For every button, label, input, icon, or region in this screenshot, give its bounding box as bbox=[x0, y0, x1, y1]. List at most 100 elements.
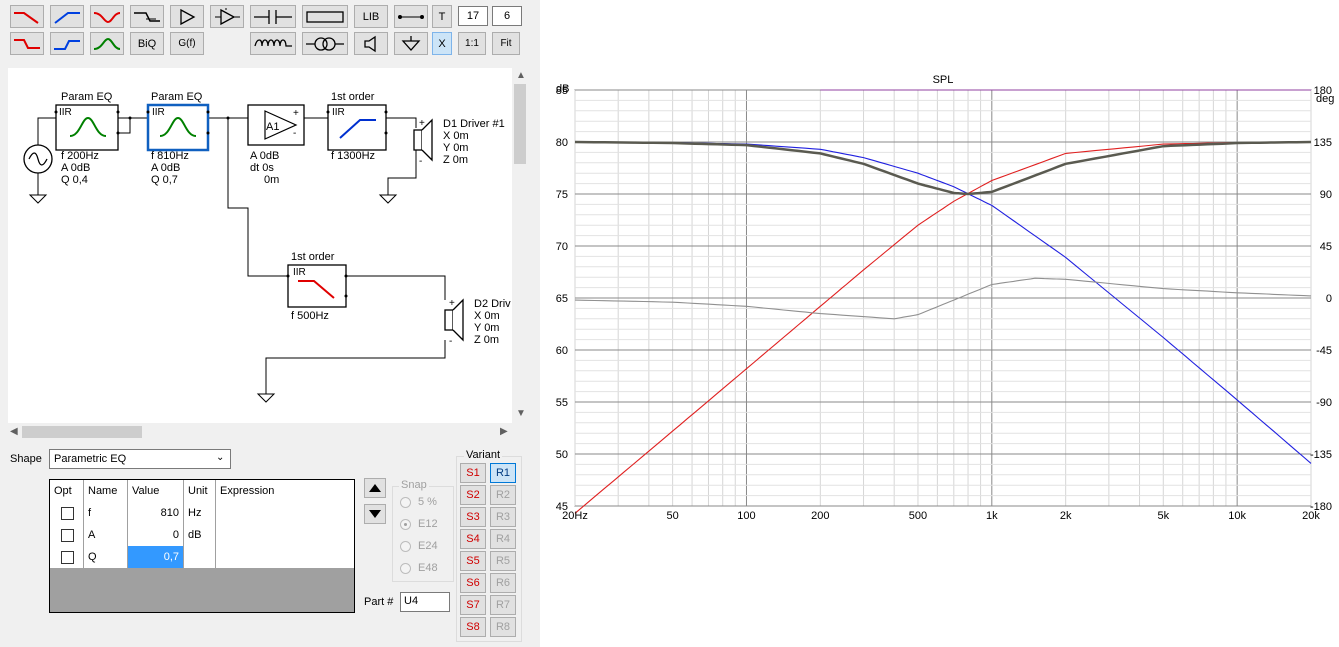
driver1-x: X 0m bbox=[443, 130, 469, 142]
variant-r2-button[interactable]: R2 bbox=[490, 485, 516, 505]
amp-delay: dt 0s bbox=[250, 162, 274, 174]
chart-title: SPL bbox=[933, 74, 954, 86]
driver2-plus: + bbox=[449, 298, 455, 309]
opt-cell bbox=[50, 546, 84, 568]
zoom-fit-button[interactable]: Fit bbox=[492, 32, 520, 55]
value-cell[interactable]: 810 bbox=[128, 502, 184, 524]
variant-s4-button[interactable]: S4 bbox=[460, 529, 486, 549]
scroll-right-icon[interactable]: ▶ bbox=[500, 426, 508, 437]
variant-s7-button[interactable]: S7 bbox=[460, 595, 486, 615]
variant-s1-button[interactable]: S1 bbox=[460, 463, 486, 483]
chevron-down-icon: ⌄ bbox=[216, 452, 225, 463]
driver2-y: Y 0m bbox=[474, 322, 500, 334]
spl-chart[interactable]: SPLdBdeg85807570656055504518013590450-45… bbox=[540, 0, 1339, 647]
scroll-left-icon[interactable]: ◀ bbox=[10, 426, 18, 437]
hp-freq: f 1300Hz bbox=[331, 150, 376, 162]
variant-s8-button[interactable]: S8 bbox=[460, 617, 486, 637]
peaking-icon bbox=[93, 37, 121, 50]
wire-button[interactable] bbox=[394, 5, 428, 28]
opt-checkbox[interactable] bbox=[61, 551, 74, 564]
left-panel: LIB T 17 6 BiQ G(f) X 1:1 Fit Param EQ I… bbox=[0, 0, 540, 647]
variant-s2-button[interactable]: S2 bbox=[460, 485, 486, 505]
value-cell[interactable]: 0 bbox=[128, 524, 184, 546]
summing-amp-button[interactable] bbox=[210, 5, 244, 28]
cross-toggle-button[interactable]: X bbox=[432, 32, 452, 55]
header-expression: Expression bbox=[220, 485, 275, 497]
variant-r3-button[interactable]: R3 bbox=[490, 507, 516, 527]
block2-title: Param EQ bbox=[151, 91, 203, 103]
resistor-button[interactable] bbox=[302, 5, 348, 28]
lowpass-1-button[interactable] bbox=[10, 5, 44, 28]
grid-spacing-field[interactable]: 6 bbox=[492, 6, 522, 26]
summing-amp-icon bbox=[215, 7, 240, 25]
snap-radio-e48[interactable] bbox=[400, 563, 411, 574]
x-tick-label: 200 bbox=[811, 510, 829, 522]
schematic-vertical-scrollbar[interactable]: ▲ ▼ bbox=[512, 68, 528, 423]
table-row[interactable]: Q 0,7 bbox=[50, 546, 354, 569]
vertical-scroll-thumb[interactable] bbox=[514, 84, 526, 164]
speaker-button[interactable] bbox=[354, 32, 388, 55]
x-tick-label: 1k bbox=[986, 510, 998, 522]
transfer-function-button[interactable]: G(f) bbox=[170, 32, 204, 55]
inductor-icon bbox=[254, 38, 292, 47]
shape-select-value: Parametric EQ bbox=[54, 453, 127, 465]
biq-label: BiQ bbox=[137, 37, 157, 50]
opt-checkbox[interactable] bbox=[61, 529, 74, 542]
snap-radio-e12[interactable] bbox=[400, 519, 411, 530]
driver1-y: Y 0m bbox=[443, 142, 469, 154]
snap-radio-5[interactable] bbox=[400, 497, 411, 508]
shape-select[interactable]: Parametric EQ ⌄ bbox=[49, 449, 231, 469]
expression-cell[interactable] bbox=[216, 502, 354, 524]
lowpass-2-button[interactable] bbox=[10, 32, 44, 55]
variant-s6-button[interactable]: S6 bbox=[460, 573, 486, 593]
capacitor-button[interactable] bbox=[250, 5, 296, 28]
variant-r4-button[interactable]: R4 bbox=[490, 529, 516, 549]
variant-r6-button[interactable]: R6 bbox=[490, 573, 516, 593]
amplifier-button[interactable] bbox=[170, 5, 204, 28]
inductor-button[interactable] bbox=[250, 32, 296, 55]
name-cell: f bbox=[84, 502, 128, 524]
ground-button[interactable] bbox=[394, 32, 428, 55]
variant-s3-button[interactable]: S3 bbox=[460, 507, 486, 527]
scroll-up-icon[interactable]: ▲ bbox=[516, 70, 526, 81]
x-tick-label: 50 bbox=[667, 510, 679, 522]
expression-cell[interactable] bbox=[216, 546, 354, 568]
table-row[interactable]: f 810 Hz bbox=[50, 502, 354, 525]
grid-size-field[interactable]: 17 bbox=[458, 6, 488, 26]
variant-r5-button[interactable]: R5 bbox=[490, 551, 516, 571]
header-value: Value bbox=[128, 480, 184, 502]
snap-option-e48: E48 bbox=[418, 562, 438, 574]
variant-r1-button[interactable]: R1 bbox=[490, 463, 516, 483]
lib-button[interactable]: LIB bbox=[354, 5, 388, 28]
schematic-canvas[interactable]: Param EQ IIR f 200Hz A 0dB Q 0,4 Param E… bbox=[8, 68, 512, 423]
variant-r7-button[interactable]: R7 bbox=[490, 595, 516, 615]
move-up-button[interactable] bbox=[364, 478, 386, 498]
value-cell-selected[interactable]: 0,7 bbox=[128, 546, 184, 568]
highpass-1-button[interactable] bbox=[50, 5, 84, 28]
schematic-horizontal-scrollbar[interactable]: ◀ ▶ bbox=[8, 424, 512, 440]
biquad-button[interactable]: BiQ bbox=[130, 32, 164, 55]
block1-title: Param EQ bbox=[61, 91, 113, 103]
scroll-down-icon[interactable]: ▼ bbox=[516, 408, 526, 419]
text-tool-button[interactable]: T bbox=[432, 5, 452, 28]
transformer-button[interactable] bbox=[302, 32, 348, 55]
snap-radio-e24[interactable] bbox=[400, 541, 411, 552]
variant-s5-button[interactable]: S5 bbox=[460, 551, 486, 571]
part-input[interactable]: U4 bbox=[400, 592, 450, 612]
move-down-button[interactable] bbox=[364, 504, 386, 524]
triangle-up-icon bbox=[369, 484, 381, 492]
fit-label: Fit bbox=[500, 38, 512, 49]
peaking-button[interactable] bbox=[90, 32, 124, 55]
amp-distance: 0m bbox=[264, 174, 280, 186]
header-unit: Unit bbox=[184, 480, 216, 502]
zoom-1to1-button[interactable]: 1:1 bbox=[458, 32, 486, 55]
delay-button[interactable] bbox=[130, 5, 164, 28]
table-row[interactable]: A 0 dB bbox=[50, 524, 354, 547]
horizontal-scroll-thumb[interactable] bbox=[22, 426, 142, 438]
variant-r8-button[interactable]: R8 bbox=[490, 617, 516, 637]
highpass-2-button[interactable] bbox=[50, 32, 84, 55]
notch-button[interactable] bbox=[90, 5, 124, 28]
y-tick-label: 65 bbox=[556, 293, 568, 305]
expression-cell[interactable] bbox=[216, 524, 354, 546]
opt-checkbox[interactable] bbox=[61, 507, 74, 520]
